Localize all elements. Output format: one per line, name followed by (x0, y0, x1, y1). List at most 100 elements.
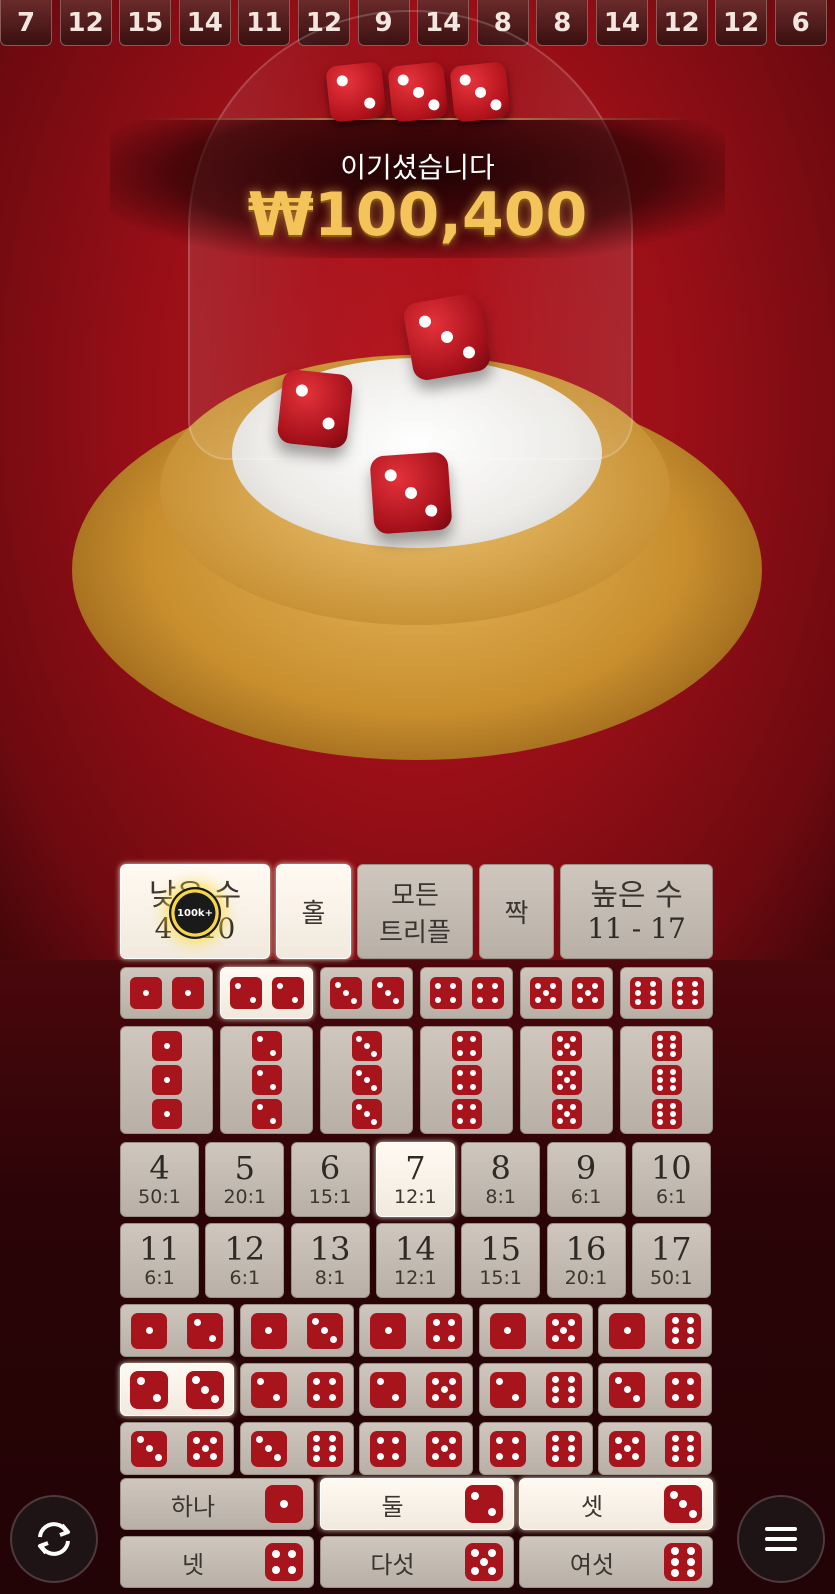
history-result: 12 (59, 0, 112, 46)
history-result: 11 (238, 0, 291, 46)
die-face-2-icon (271, 977, 304, 1009)
bet-triple-3[interactable] (320, 1026, 413, 1134)
total-number: 15 (480, 1230, 522, 1268)
bet-single-6[interactable]: 여섯 (519, 1536, 713, 1588)
bet-double-6[interactable] (620, 967, 713, 1019)
die-face-2-icon (251, 1065, 282, 1095)
die-face-3-icon (351, 1099, 382, 1129)
bet-single-3[interactable]: 셋 (519, 1478, 713, 1530)
bet-odd[interactable]: 홀 (276, 864, 351, 959)
history-result: 6 (774, 0, 827, 46)
bet-combo-3-5[interactable] (120, 1422, 234, 1475)
bet-combo-5-6[interactable] (598, 1422, 712, 1475)
bet-even-label: 짝 (504, 899, 529, 929)
bet-triple-4[interactable] (420, 1026, 513, 1134)
bet-low[interactable]: 낮은 수 4 - 10 100k+ (120, 864, 270, 959)
bet-total-12[interactable]: 12 6:1 (205, 1223, 285, 1298)
bet-total-6[interactable]: 6 15:1 (290, 1142, 370, 1217)
bet-combo-3-6[interactable] (239, 1422, 354, 1475)
total-bet-content: 5 20:1 (223, 1152, 266, 1207)
history-result: 7 (0, 0, 52, 46)
bet-even[interactable]: 짝 (479, 864, 554, 959)
die-face-2-icon (130, 1370, 168, 1409)
bet-triple-5[interactable] (520, 1026, 613, 1134)
bet-combo-1-2[interactable] (120, 1304, 234, 1357)
bet-combo-2-5[interactable] (359, 1363, 473, 1416)
bet-total-10[interactable]: 10 6:1 (631, 1142, 711, 1217)
total-number: 13 (309, 1230, 351, 1268)
bet-combo-1-5[interactable] (478, 1304, 593, 1357)
bet-combo-2-6[interactable] (478, 1363, 593, 1416)
bet-total-7[interactable]: 7 12:1 (375, 1142, 455, 1217)
bet-any-triple[interactable]: 모든 트리플 (357, 864, 473, 959)
bet-total-11[interactable]: 11 6:1 (120, 1223, 199, 1298)
bet-total-17[interactable]: 17 50:1 (631, 1223, 711, 1298)
total-number: 11 (139, 1230, 180, 1268)
result-die-icon (324, 61, 387, 123)
die-face-1-icon (265, 1485, 303, 1523)
bet-total-4[interactable]: 4 50:1 (120, 1142, 199, 1217)
die-face-6-icon (665, 1430, 701, 1467)
bet-combo-1-3[interactable] (239, 1304, 354, 1357)
bet-odd-label: 홀 (301, 899, 326, 929)
total-odds: 12:1 (394, 1267, 437, 1289)
bet-triple-2[interactable] (220, 1026, 313, 1134)
die-face-1-icon (370, 1312, 406, 1349)
bet-combo-4-6[interactable] (478, 1422, 593, 1475)
die-face-5-icon (551, 1099, 582, 1129)
bet-single-2[interactable]: 둘 (319, 1478, 514, 1530)
die-face-1-icon (250, 1312, 287, 1349)
bet-any-triple-label-2: 트리플 (379, 917, 451, 948)
total-number: 4 (149, 1149, 170, 1187)
die-face-3-icon (306, 1312, 343, 1349)
bet-double-3[interactable] (320, 967, 413, 1019)
triple-dice-stack (251, 1031, 282, 1129)
die-face-3-icon (186, 1370, 224, 1409)
bet-combo-2-4[interactable] (239, 1363, 354, 1416)
bet-high-range: 11 - 17 (587, 911, 686, 945)
die-face-4-icon (489, 1430, 526, 1467)
bet-double-2[interactable] (220, 967, 313, 1019)
total-bet-content: 13 8:1 (310, 1233, 351, 1288)
die-face-3-icon (371, 977, 404, 1009)
bet-high[interactable]: 높은 수 11 - 17 (560, 864, 713, 959)
bet-total-13[interactable]: 13 8:1 (290, 1223, 370, 1298)
history-result: 15 (119, 0, 172, 46)
die-face-4-icon (370, 1430, 406, 1467)
total-odds: 6:1 (570, 1186, 602, 1208)
total-bet-content: 8 8:1 (485, 1152, 516, 1207)
total-odds: 8:1 (485, 1186, 516, 1208)
bet-total-16[interactable]: 16 20:1 (546, 1223, 626, 1298)
bet-total-5[interactable]: 5 20:1 (205, 1142, 285, 1217)
total-odds: 8:1 (314, 1267, 346, 1289)
bet-total-9[interactable]: 9 6:1 (546, 1142, 626, 1217)
bet-single-1[interactable]: 하나 (120, 1478, 314, 1530)
bet-double-4[interactable] (420, 967, 513, 1019)
bet-triple-1[interactable] (120, 1026, 213, 1134)
bet-single-4[interactable]: 넷 (120, 1536, 314, 1588)
total-bet-content: 10 6:1 (651, 1152, 692, 1207)
menu-button[interactable] (737, 1495, 825, 1583)
bet-chip[interactable]: 100k+ (169, 887, 221, 939)
bet-total-8[interactable]: 8 8:1 (461, 1142, 541, 1217)
bet-double-1[interactable] (120, 967, 213, 1019)
bet-combo-4-5[interactable] (359, 1422, 473, 1475)
total-number: 8 (490, 1149, 511, 1187)
history-result: 12 (715, 0, 768, 46)
die-face-2-icon (187, 1312, 223, 1349)
triple-dice-stack (151, 1031, 182, 1129)
bet-combo-1-6[interactable] (598, 1304, 712, 1357)
total-bet-content: 9 6:1 (571, 1152, 602, 1207)
bet-combo-2-3[interactable] (120, 1363, 234, 1416)
triple-dice-stack (451, 1031, 482, 1129)
bet-combo-3-4[interactable] (598, 1363, 712, 1416)
bet-combo-1-4[interactable] (359, 1304, 473, 1357)
hamburger-menu-icon (765, 1527, 797, 1551)
bet-single-5[interactable]: 다섯 (319, 1536, 514, 1588)
die-face-5-icon (609, 1430, 645, 1467)
bet-total-14[interactable]: 14 12:1 (375, 1223, 455, 1298)
repeat-button[interactable] (10, 1495, 98, 1583)
bet-total-15[interactable]: 15 15:1 (461, 1223, 541, 1298)
bet-triple-6[interactable] (620, 1026, 713, 1134)
bet-double-5[interactable] (520, 967, 613, 1019)
